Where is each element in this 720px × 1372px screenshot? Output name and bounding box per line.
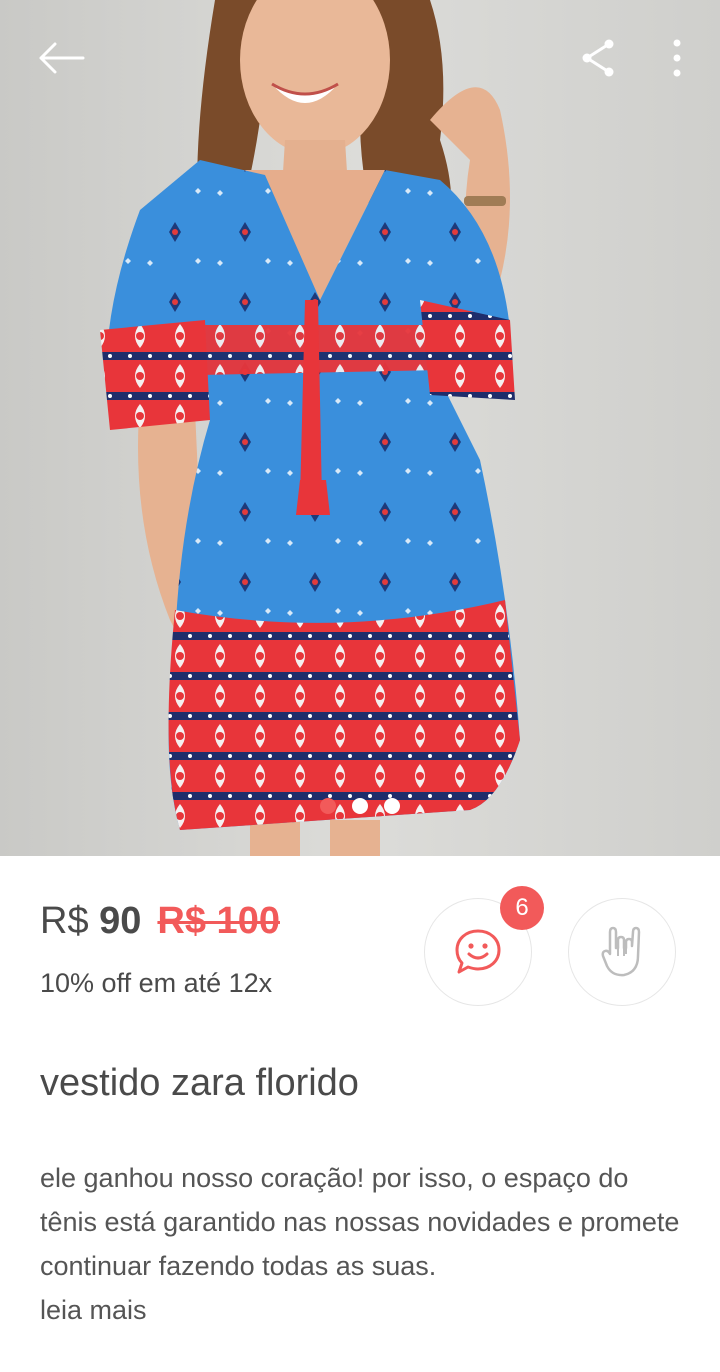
currency-symbol: R$ xyxy=(40,900,89,942)
arrow-left-icon xyxy=(39,42,85,74)
carousel-indicator xyxy=(0,798,720,814)
share-button[interactable] xyxy=(570,30,626,86)
chat-smile-icon xyxy=(455,929,501,974)
more-options-button[interactable] xyxy=(652,30,702,86)
product-title: vestido zara florido xyxy=(40,1062,359,1104)
share-icon xyxy=(582,39,614,77)
chat-count-badge: 6 xyxy=(500,886,544,930)
back-button[interactable] xyxy=(26,30,96,86)
rock-hand-button[interactable] xyxy=(568,898,676,1006)
price-value: 90 xyxy=(99,900,142,942)
carousel-dot[interactable] xyxy=(352,798,368,814)
price-row: R$ 90 R$ 100 xyxy=(40,900,280,943)
original-price: R$ 100 xyxy=(157,900,280,942)
installments-text: 10% off em até 12x xyxy=(40,968,273,998)
carousel-dot[interactable] xyxy=(384,798,400,814)
read-more-link[interactable]: leia mais xyxy=(40,1288,147,1332)
current-price: R$ 90 xyxy=(40,900,141,943)
product-photo xyxy=(0,0,720,856)
rock-hand-icon xyxy=(601,926,641,977)
product-description: ele ganhou nosso coração! por isso, o es… xyxy=(40,1163,680,1281)
carousel-dot[interactable] xyxy=(320,798,336,814)
more-vertical-icon xyxy=(673,39,681,77)
product-image-carousel[interactable] xyxy=(0,0,720,856)
